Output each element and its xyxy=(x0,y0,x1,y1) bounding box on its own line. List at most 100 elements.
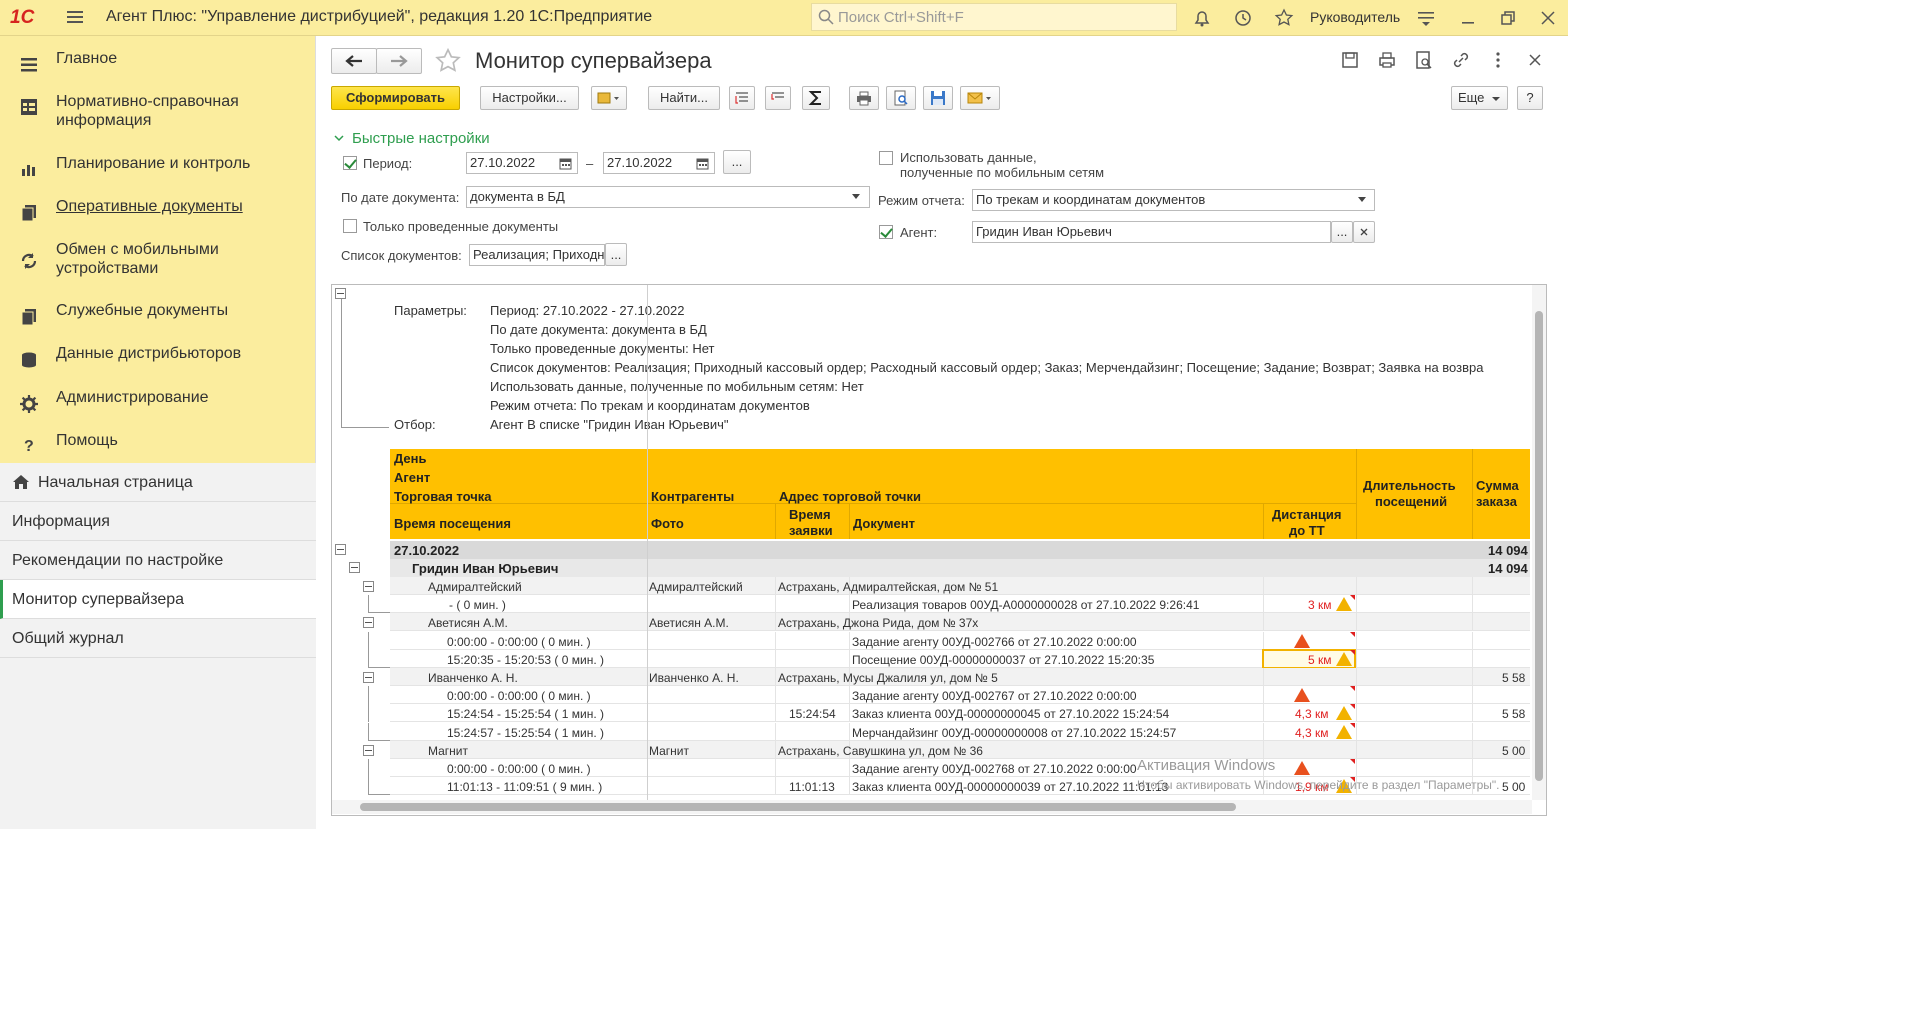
sidebar-item-service-docs[interactable]: Служебные документы xyxy=(0,300,316,340)
close-form-icon[interactable] xyxy=(1525,50,1545,70)
period-checkbox[interactable] xyxy=(343,156,357,170)
favorites-star-icon[interactable] xyxy=(1274,8,1294,28)
send-email-button[interactable] xyxy=(960,86,1000,110)
visit-row[interactable]: 15:20:35 - 15:20:53 ( 0 мин. ) Посещение … xyxy=(332,649,1530,669)
close-window-icon[interactable] xyxy=(1538,8,1558,28)
collapse-groups-button[interactable] xyxy=(765,86,791,110)
settings-button[interactable]: Настройки... xyxy=(480,86,579,110)
sidebar-item-distributor-data[interactable]: Данные дистрибьюторов xyxy=(0,343,316,383)
expand-groups-button[interactable] xyxy=(729,86,755,110)
collapse-toggle[interactable] xyxy=(363,617,374,628)
mode-select[interactable]: По трекам и координатам документов xyxy=(972,189,1375,211)
period-select-button[interactable]: ... xyxy=(723,150,751,174)
trade-point-row[interactable]: Магнит Магнит Астрахань, Савушкина ул, дом… xyxy=(332,741,1530,759)
save-file-button[interactable] xyxy=(923,86,953,110)
settings-menu-icon[interactable] xyxy=(1416,8,1436,28)
collapse-toggle[interactable] xyxy=(335,288,346,299)
trade-point-row[interactable]: Аветисян А.М. Аветисян А.М. Астрахань, Джо… xyxy=(332,613,1530,631)
nav-supervisor-monitor[interactable]: Монитор супервайзера xyxy=(0,580,316,619)
cell-divider xyxy=(1263,577,1264,595)
sum-button[interactable] xyxy=(802,86,830,110)
visit-time: 0:00:00 - 0:00:00 ( 0 мин. ) xyxy=(447,762,591,776)
horizontal-scroll-thumb[interactable] xyxy=(360,803,1236,811)
sidebar-item-operational-docs[interactable]: Оперативные документы xyxy=(0,196,316,236)
calendar-icon[interactable] xyxy=(559,157,572,170)
collapse-toggle[interactable] xyxy=(363,745,374,756)
quick-settings-header[interactable]: Быстрые настройки xyxy=(352,130,490,147)
visit-row[interactable]: 15:24:54 - 15:25:54 ( 1 мин. ) 15:24:54 За… xyxy=(332,704,1530,722)
visit-row[interactable]: - ( 0 мин. ) Реализация товаров 00УД-A000… xyxy=(332,595,1530,613)
doc-list-field[interactable]: Реализация; Приходнь xyxy=(469,244,605,266)
horizontal-scrollbar[interactable] xyxy=(332,800,1532,814)
variant-dropdown-button[interactable] xyxy=(591,86,627,110)
search-input[interactable]: Поиск Ctrl+Shift+F xyxy=(811,3,1177,31)
agent-clear-button[interactable] xyxy=(1353,221,1375,243)
by-date-select[interactable]: документа в БД xyxy=(466,186,870,208)
nav-general-journal[interactable]: Общий журнал xyxy=(0,619,316,658)
trade-point-row[interactable]: Адмиралтейский Адмиралтейский Астрахань, А… xyxy=(332,577,1530,595)
param-line: Только проведенные документы: Нет xyxy=(490,341,715,356)
collapse-toggle[interactable] xyxy=(363,581,374,592)
collapse-toggle[interactable] xyxy=(335,544,346,555)
minimize-icon[interactable] xyxy=(1458,8,1478,28)
use-mobile-checkbox[interactable] xyxy=(879,151,893,165)
cell-divider xyxy=(1263,723,1264,741)
cell-divider xyxy=(775,595,776,613)
print-button[interactable] xyxy=(849,86,879,110)
nav-information[interactable]: Информация xyxy=(0,502,316,541)
group-line xyxy=(368,794,390,795)
forward-button[interactable] xyxy=(376,48,422,74)
nav-recommendations[interactable]: Рекомендации по настройке xyxy=(0,541,316,580)
user-name[interactable]: Руководитель xyxy=(1310,9,1400,25)
back-button[interactable] xyxy=(331,48,377,74)
sidebar-item-planning[interactable]: Планирование и контроль xyxy=(0,152,316,192)
dropdown-arrow-icon[interactable] xyxy=(1358,197,1366,202)
main-menu-icon[interactable] xyxy=(66,8,84,26)
sidebar-item-admin[interactable]: Администрирование xyxy=(0,387,316,427)
agent-checkbox[interactable] xyxy=(879,225,893,239)
visit-row[interactable]: 0:00:00 - 0:00:00 ( 0 мин. ) Задание аген… xyxy=(332,759,1530,777)
more-button[interactable]: Еще xyxy=(1451,86,1508,110)
vertical-scroll-thumb[interactable] xyxy=(1535,311,1543,781)
visit-row[interactable]: 0:00:00 - 0:00:00 ( 0 мин. ) Задание аген… xyxy=(332,686,1530,704)
question-icon: ? xyxy=(24,438,34,455)
agent-select-button[interactable]: ... xyxy=(1331,221,1353,243)
collapse-toggle[interactable] xyxy=(349,562,360,573)
sidebar-item-label: Служебные документы xyxy=(56,302,229,319)
generate-button[interactable]: Сформировать xyxy=(331,86,460,110)
save-icon[interactable] xyxy=(1340,50,1360,70)
nav-home[interactable]: Начальная страница xyxy=(0,463,316,502)
sidebar-item-mobile-exchange[interactable]: Обмен с мобильными устройствами xyxy=(0,240,316,280)
bell-icon[interactable] xyxy=(1192,8,1212,28)
cell-divider xyxy=(849,595,850,613)
collapse-toggle[interactable] xyxy=(363,672,374,683)
restore-icon[interactable] xyxy=(1498,8,1518,28)
calendar-icon[interactable] xyxy=(696,157,709,170)
report-spreadsheet[interactable]: Параметры: Период: 27.10.2022 - 27.10.20… xyxy=(331,284,1547,816)
preview-icon[interactable] xyxy=(1414,50,1434,70)
order-time: 11:01:13 xyxy=(789,780,835,794)
link-icon[interactable] xyxy=(1451,50,1471,70)
sidebar-item-reference[interactable]: Нормативно-справочная информация xyxy=(0,92,316,132)
dropdown-arrow-icon[interactable] xyxy=(852,194,860,199)
only-posted-checkbox[interactable] xyxy=(343,219,357,233)
sidebar-item-label: Оперативные документы xyxy=(56,198,243,215)
help-button[interactable]: ? xyxy=(1517,86,1543,110)
doc-list-select-button[interactable]: ... xyxy=(605,243,627,266)
print-icon[interactable] xyxy=(1377,50,1397,70)
visit-row[interactable]: 0:00:00 - 0:00:00 ( 0 мин. ) Задание аген… xyxy=(332,632,1530,650)
agent-field[interactable]: Гридин Иван Юрьевич xyxy=(972,221,1331,243)
chevron-down-icon[interactable] xyxy=(334,133,344,143)
find-button[interactable]: Найти... xyxy=(648,86,720,110)
header-distance-2: до ТТ xyxy=(1289,523,1325,538)
comment-marker-icon xyxy=(1350,723,1355,728)
trade-point-name: Иванченко А. Н. xyxy=(428,671,518,685)
trade-point-row[interactable]: Иванченко А. Н. Иванченко А. Н. Астрахань,… xyxy=(332,668,1530,686)
history-icon[interactable] xyxy=(1233,8,1253,28)
sidebar-item-main[interactable]: Главное xyxy=(0,48,316,88)
visit-row[interactable]: 15:24:57 - 15:25:54 ( 1 мин. ) Мерчандайз… xyxy=(332,723,1530,741)
print-preview-button[interactable] xyxy=(886,86,916,110)
vertical-scrollbar[interactable] xyxy=(1532,285,1546,800)
more-vertical-icon[interactable] xyxy=(1488,50,1508,70)
favorite-star-icon[interactable] xyxy=(434,47,462,75)
